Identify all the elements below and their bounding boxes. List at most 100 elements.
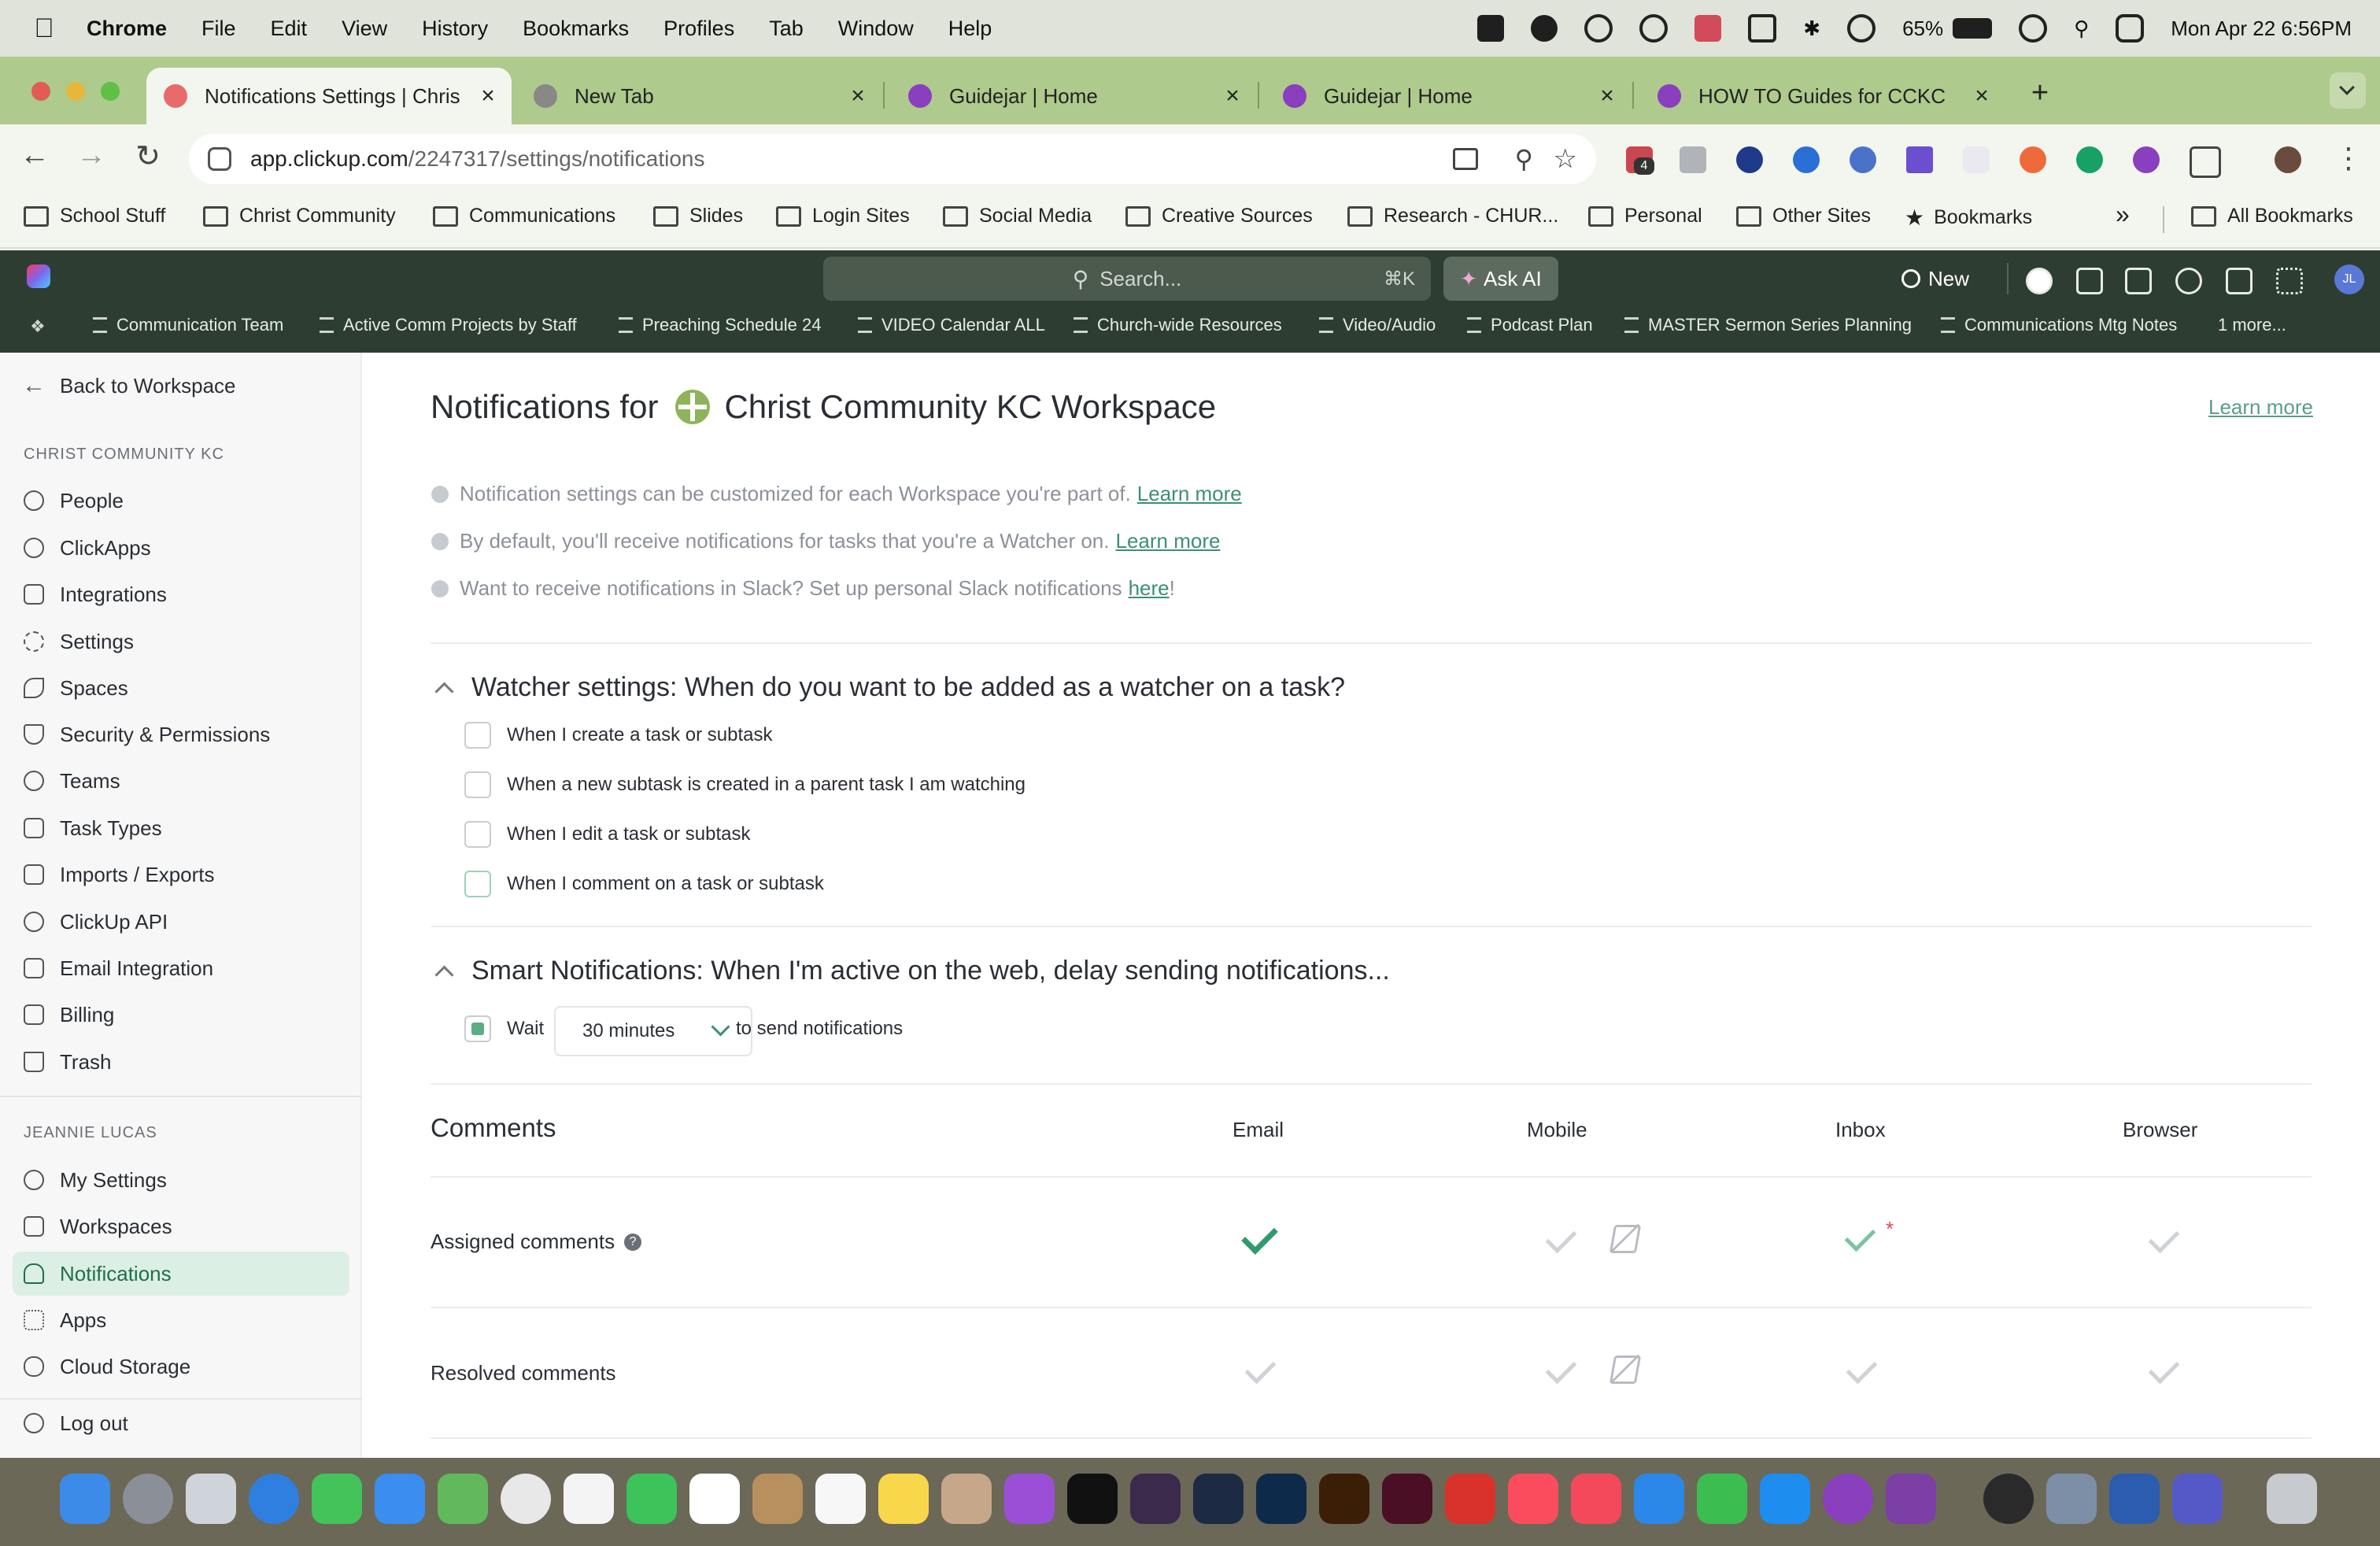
system-settings-icon[interactable] <box>123 1474 173 1524</box>
help-icon[interactable]: ? <box>624 1233 642 1251</box>
grammarly-extension-icon[interactable] <box>1793 146 1820 173</box>
menu-file[interactable]: File <box>201 17 236 41</box>
apple-tv-icon[interactable] <box>1067 1474 1118 1524</box>
sidebar-item-my-settings[interactable]: My Settings <box>13 1158 349 1202</box>
check-circle-icon[interactable] <box>2026 268 2053 294</box>
app-store-icon[interactable] <box>1760 1474 1810 1524</box>
tab-how-to-guides[interactable]: HOW TO Guides for CCKC × <box>1640 68 2005 124</box>
sidebar-item-billing[interactable]: Billing <box>13 993 349 1037</box>
sidebar-item-teams[interactable]: Teams <box>13 759 349 803</box>
watcher-create-checkbox[interactable] <box>464 722 491 749</box>
tab-guidejar-home-1[interactable]: Guidejar | Home × <box>891 68 1256 124</box>
pin-icon[interactable]: ❖ <box>30 316 46 337</box>
menu-app-name[interactable]: Chrome <box>87 17 167 41</box>
sidebar-item-trash[interactable]: Trash <box>13 1040 349 1084</box>
bookmark-personal[interactable]: Personal <box>1588 205 1702 227</box>
watcher-option-edit[interactable]: When I edit a task or subtask <box>464 820 750 849</box>
guidejar-icon[interactable] <box>1823 1474 1873 1524</box>
clickup-extension-icon[interactable] <box>1963 146 1990 173</box>
sidebar-item-notifications[interactable]: Notifications <box>13 1252 349 1296</box>
tab-new-tab[interactable]: New Tab × <box>516 68 881 124</box>
menu-window[interactable]: Window <box>838 17 914 41</box>
docs-icon[interactable] <box>2226 268 2252 294</box>
video-record-icon[interactable] <box>2125 268 2152 294</box>
muted-megaphone-icon[interactable] <box>1609 1225 1642 1253</box>
teams-icon[interactable] <box>2172 1474 2223 1524</box>
tab-search-button[interactable] <box>2330 72 2366 109</box>
photoshop-icon[interactable] <box>1256 1474 1306 1524</box>
muted-megaphone-icon[interactable] <box>1609 1356 1642 1384</box>
favorite-master-sermon-series[interactable]: MASTER Sermon Series Planning <box>1624 315 1912 335</box>
chrome-icon[interactable] <box>501 1474 551 1524</box>
smart-notifications-header[interactable]: Smart Notifications: When I'm active on … <box>434 956 1390 986</box>
profile-avatar[interactable] <box>2275 146 2301 173</box>
site-info-icon[interactable] <box>208 147 231 171</box>
watcher-option-create[interactable]: When I create a task or subtask <box>464 721 773 749</box>
new-button[interactable]: New <box>1901 264 1969 293</box>
watcher-settings-header[interactable]: Watcher settings: When do you want to be… <box>434 672 1345 703</box>
bookmark-star-icon[interactable]: ☆ <box>1554 143 1577 175</box>
menu-history[interactable]: History <box>422 17 488 41</box>
screenshot-icon[interactable] <box>2046 1474 2097 1524</box>
news-icon[interactable] <box>1571 1474 1621 1524</box>
tab-close-icon[interactable]: × <box>1217 83 1248 109</box>
play-extension-icon[interactable] <box>1736 146 1763 173</box>
trash-can-icon[interactable] <box>2267 1474 2317 1524</box>
window-close-icon[interactable] <box>31 82 50 101</box>
creative-cloud-icon[interactable] <box>1983 1474 2034 1524</box>
bookmark-bookmarks[interactable]: ★ Bookmarks <box>1905 205 2032 231</box>
info-note-learn-more-link[interactable]: Learn more <box>1137 482 1242 506</box>
menu-edit[interactable]: Edit <box>271 17 308 41</box>
grammarly-icon[interactable] <box>1531 15 1558 42</box>
favorite-active-comm-projects[interactable]: Active Comm Projects by Staff <box>320 315 577 335</box>
slack-here-link[interactable]: here <box>1129 576 1170 601</box>
favorite-video-calendar[interactable]: VIDEO Calendar ALL <box>858 315 1045 335</box>
podcasts-icon[interactable] <box>1004 1474 1055 1524</box>
favorites-more[interactable]: 1 more... <box>2218 315 2286 335</box>
numbers-icon[interactable] <box>1697 1474 1747 1524</box>
bookmarks-overflow-button[interactable]: » <box>2116 200 2130 229</box>
menu-view[interactable]: View <box>342 17 387 41</box>
smart-wait-option[interactable]: Wait <box>464 1015 544 1043</box>
finder-icon[interactable] <box>60 1474 110 1524</box>
status-app-icon[interactable] <box>1477 15 1505 42</box>
watcher-option-subtask[interactable]: When a new subtask is created in a paren… <box>464 771 1026 799</box>
bookmark-christ-community[interactable]: Christ Community <box>203 205 396 227</box>
logout-button[interactable]: Log out <box>13 1401 349 1445</box>
window-minimize-icon[interactable] <box>66 82 85 101</box>
tab-close-icon[interactable]: × <box>1591 83 1623 109</box>
launchpad-icon[interactable] <box>186 1474 236 1524</box>
business-app-icon[interactable] <box>1886 1474 1936 1524</box>
bookmark-creative-sources[interactable]: Creative Sources <box>1125 205 1313 227</box>
back-arrow-icon[interactable]: ← <box>17 139 52 172</box>
orange-extension-icon[interactable] <box>2020 146 2046 173</box>
safari-icon[interactable] <box>249 1474 299 1524</box>
creative-cloud-icon[interactable] <box>1584 14 1613 43</box>
guidejar-extension-icon[interactable] <box>2133 146 2160 173</box>
sidebar-item-task-types[interactable]: Task Types <box>13 806 349 850</box>
menu-help[interactable]: Help <box>948 17 992 41</box>
calendar-icon[interactable] <box>689 1474 740 1524</box>
brush-app-icon[interactable] <box>941 1474 992 1524</box>
battery-icon[interactable] <box>1953 18 1993 39</box>
favorite-communication-team[interactable]: Communication Team <box>93 315 283 335</box>
menu-profiles[interactable]: Profiles <box>663 17 734 41</box>
bookmark-research[interactable]: Research - CHUR... <box>1347 205 1558 227</box>
bookmark-login-sites[interactable]: Login Sites <box>776 205 910 227</box>
camera-extension-icon[interactable] <box>1680 146 1706 173</box>
notes-icon[interactable] <box>878 1474 929 1524</box>
favorite-church-wide-resources[interactable]: Church-wide Resources <box>1074 315 1282 335</box>
airdrop-icon[interactable] <box>1847 14 1876 43</box>
sidebar-item-clickup-api[interactable]: ClickUp API <box>13 900 349 944</box>
bookmark-slides[interactable]: Slides <box>653 205 743 227</box>
new-tab-button[interactable]: + <box>2023 76 2057 110</box>
word-icon[interactable] <box>2109 1474 2160 1524</box>
apps-grid-icon[interactable] <box>2276 268 2303 294</box>
clickup-search-bar[interactable]: ⚲ Search... ⌘K <box>823 257 1431 301</box>
menu-tab[interactable]: Tab <box>769 17 804 41</box>
zoom-icon[interactable]: ⚲ <box>1515 144 1533 174</box>
vimeo-extension-icon[interactable] <box>1906 146 1933 173</box>
acrobat-icon[interactable] <box>1445 1474 1495 1524</box>
bookmark-other-sites[interactable]: Other Sites <box>1736 205 1871 227</box>
facetime-icon[interactable] <box>626 1474 677 1524</box>
